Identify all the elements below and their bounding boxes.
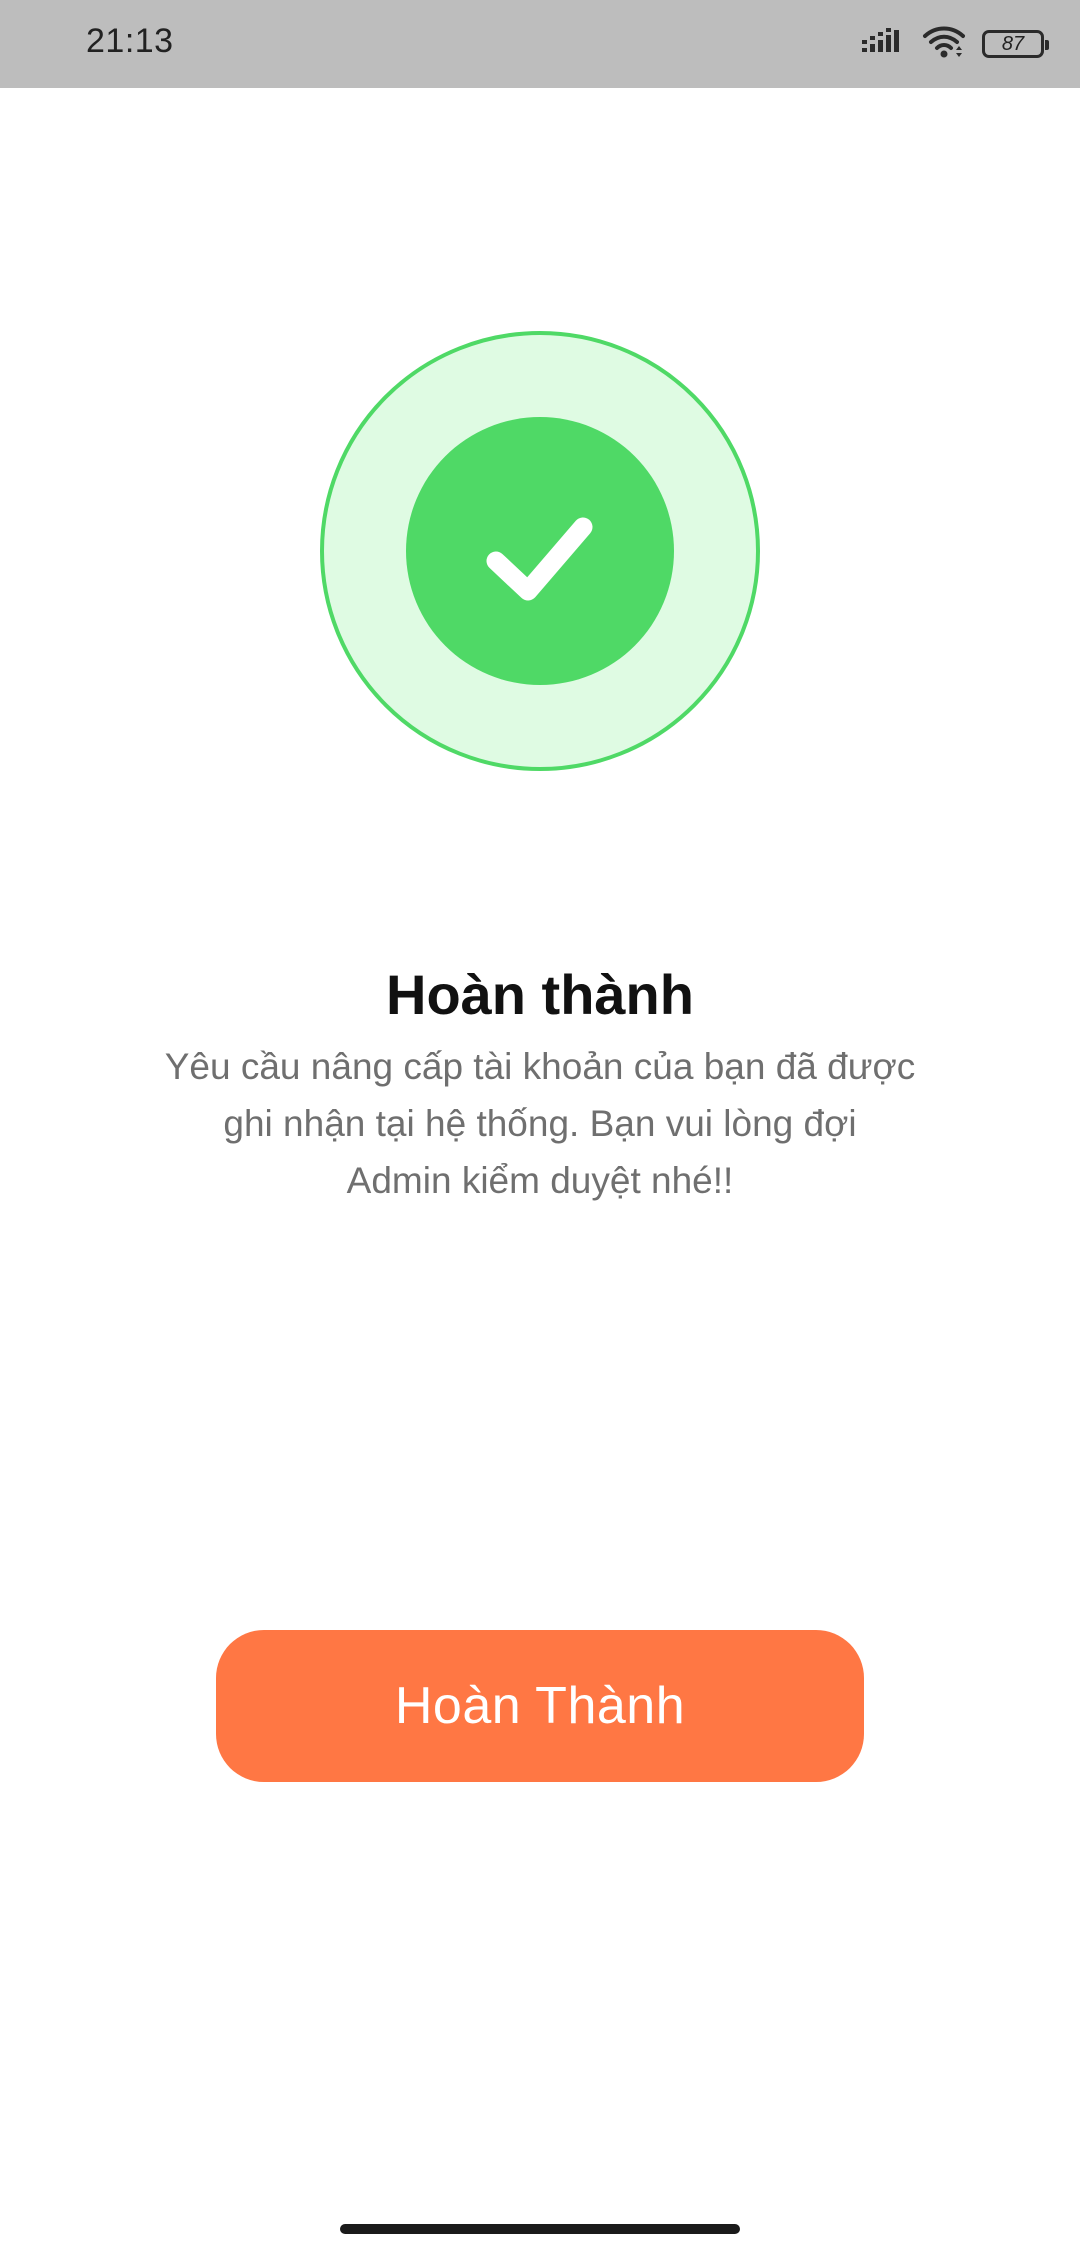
battery-level: 87 <box>1001 33 1025 55</box>
message-line: ghi nhận tại hệ thống. Bạn vui lòng đợi <box>223 1103 857 1144</box>
status-icons: 87 <box>862 24 1049 65</box>
battery-icon: 87 <box>982 30 1049 58</box>
home-indicator[interactable] <box>340 2224 740 2234</box>
wifi-icon <box>922 24 966 65</box>
message-line: Admin kiểm duyệt nhé!! <box>346 1160 734 1201</box>
signal-icon <box>862 26 906 63</box>
success-badge-graphic <box>320 331 760 771</box>
success-screen: 21:13 87 Hoàn thành Yêu cầu nâng cấp tài… <box>0 0 1080 2248</box>
confirmation-message: Yêu cầu nâng cấp tài khoản của bạn đã đư… <box>110 1038 970 1209</box>
page-title: Hoàn thành <box>386 963 694 1026</box>
status-bar: 21:13 87 <box>0 0 1080 88</box>
message-line: Yêu cầu nâng cấp tài khoản của bạn đã đư… <box>164 1046 916 1087</box>
inner-circle <box>406 417 674 685</box>
success-badge <box>320 331 760 771</box>
status-time: 21:13 <box>86 22 174 60</box>
complete-button[interactable]: Hoàn Thành <box>216 1630 864 1782</box>
